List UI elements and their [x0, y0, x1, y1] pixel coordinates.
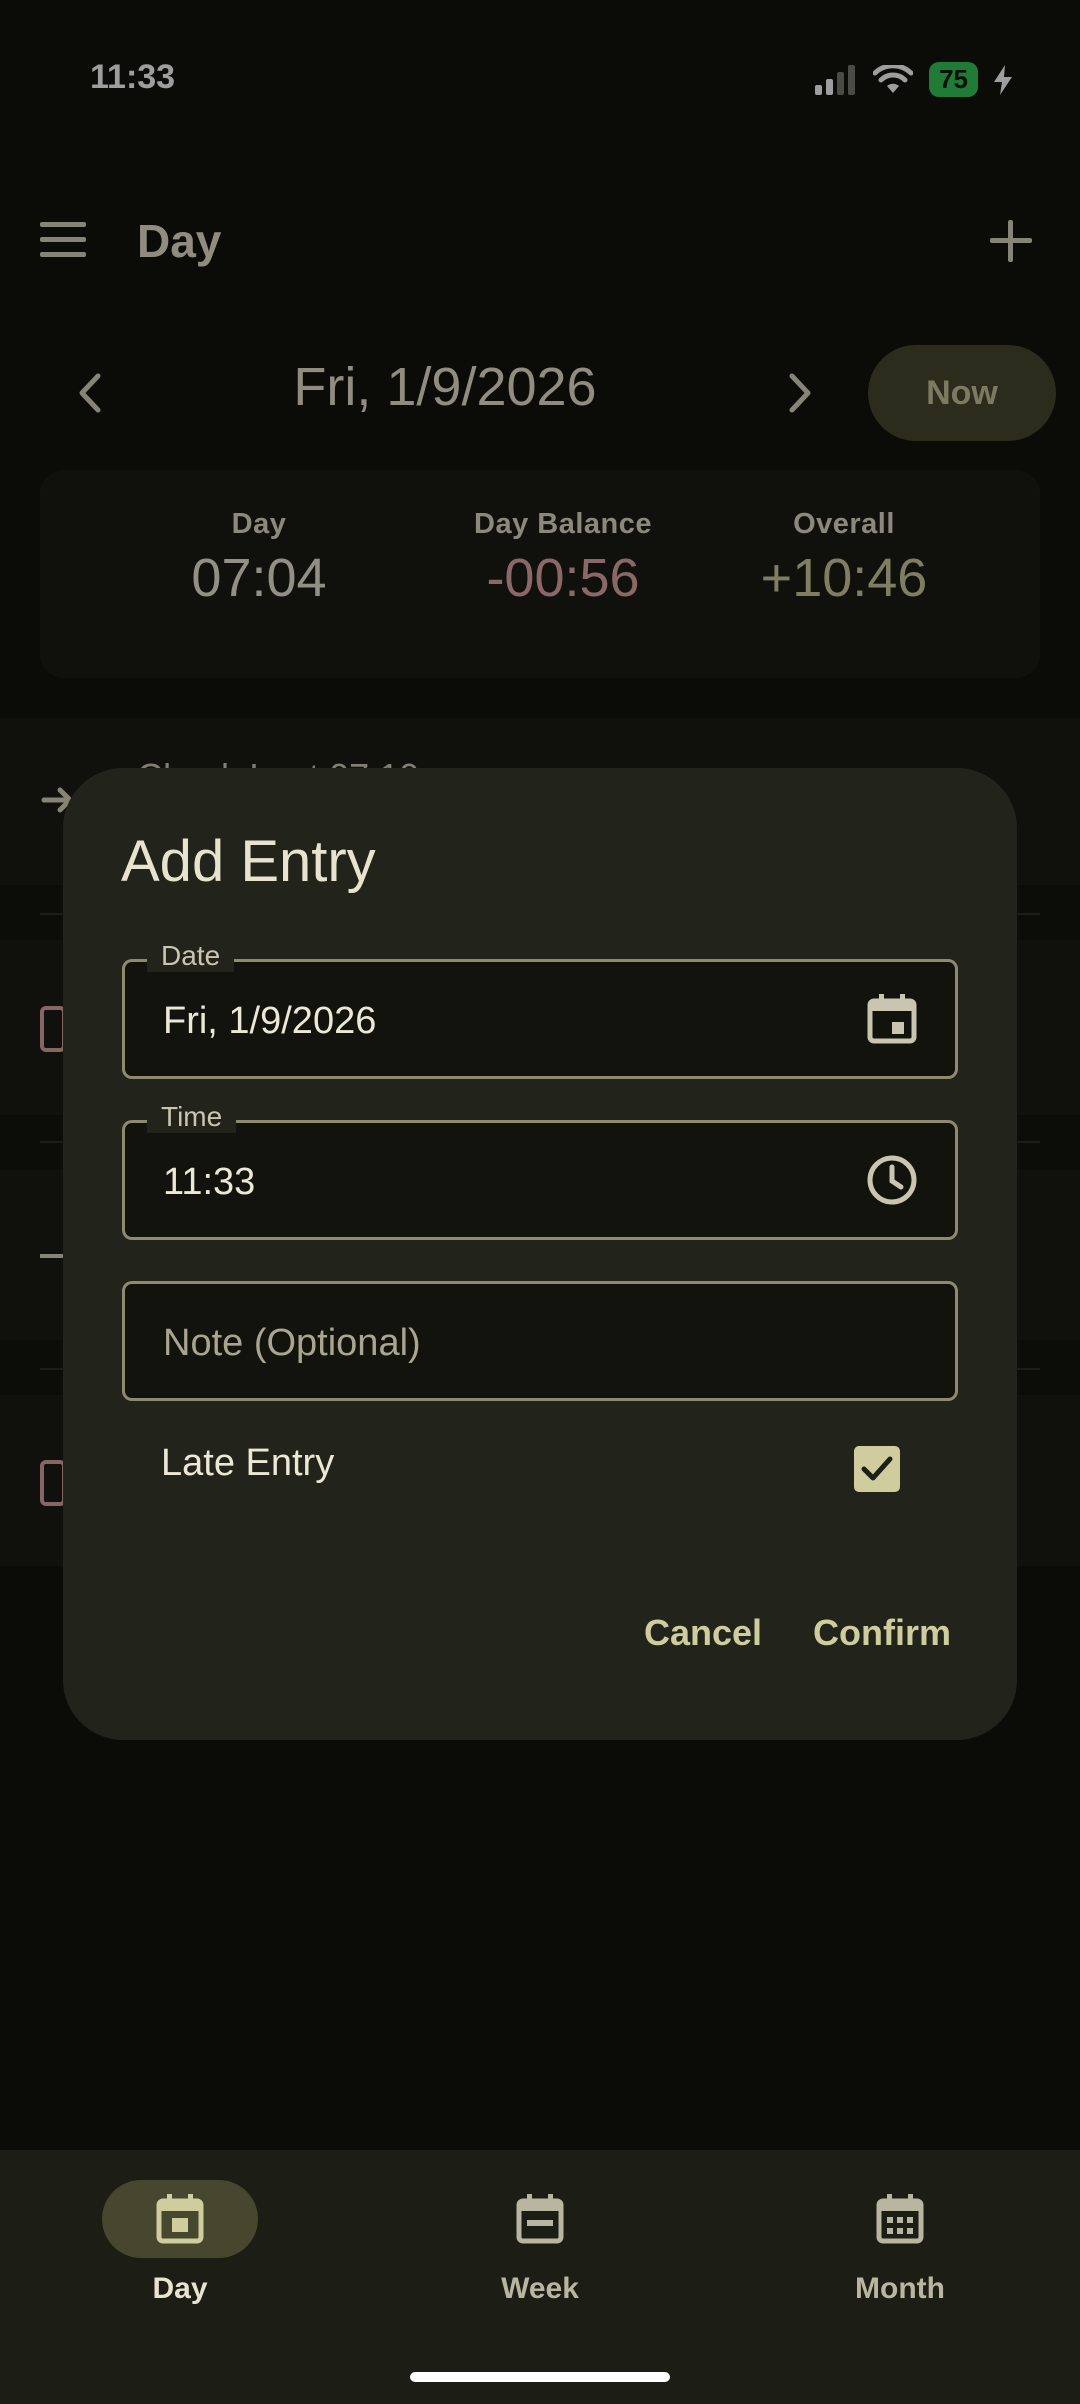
date-field[interactable]: Date Fri, 1/9/2026	[122, 940, 958, 1079]
nav-indicator	[102, 2180, 258, 2258]
late-entry-checkbox[interactable]	[854, 1446, 900, 1492]
calendar-week-icon	[516, 2194, 564, 2244]
nav-label-day: Day	[152, 2272, 208, 2305]
date-field-label: Date	[147, 940, 235, 972]
confirm-button[interactable]: Confirm	[813, 1612, 951, 1654]
time-field[interactable]: Time 11:33	[122, 1101, 958, 1240]
calendar-day-icon	[156, 2194, 204, 2244]
nav-icon-wrap	[822, 2180, 978, 2258]
time-field-label: Time	[147, 1101, 237, 1133]
nav-item-week[interactable]: Week	[390, 2180, 690, 2306]
checkmark-icon	[861, 1456, 893, 1481]
calendar-month-icon	[876, 2194, 924, 2244]
note-field-placeholder[interactable]: Note (Optional)	[163, 1322, 421, 1365]
nav-item-day[interactable]: Day	[30, 2180, 330, 2306]
dialog-title: Add Entry	[121, 829, 376, 894]
add-entry-dialog	[63, 768, 1017, 1740]
nav-label-month: Month	[855, 2272, 945, 2305]
calendar-icon[interactable]	[865, 992, 919, 1046]
nav-item-month[interactable]: Month	[750, 2180, 1050, 2306]
cancel-button[interactable]: Cancel	[644, 1612, 762, 1654]
nav-icon-wrap	[462, 2180, 618, 2258]
note-field[interactable]: Note (Optional)	[122, 1281, 958, 1401]
date-field-value[interactable]: Fri, 1/9/2026	[163, 1000, 376, 1043]
time-field-value[interactable]: 11:33	[163, 1161, 255, 1204]
home-indicator[interactable]	[410, 2372, 670, 2382]
nav-label-week: Week	[501, 2272, 579, 2305]
late-entry-label: Late Entry	[161, 1442, 335, 1484]
clock-icon[interactable]	[865, 1153, 919, 1207]
